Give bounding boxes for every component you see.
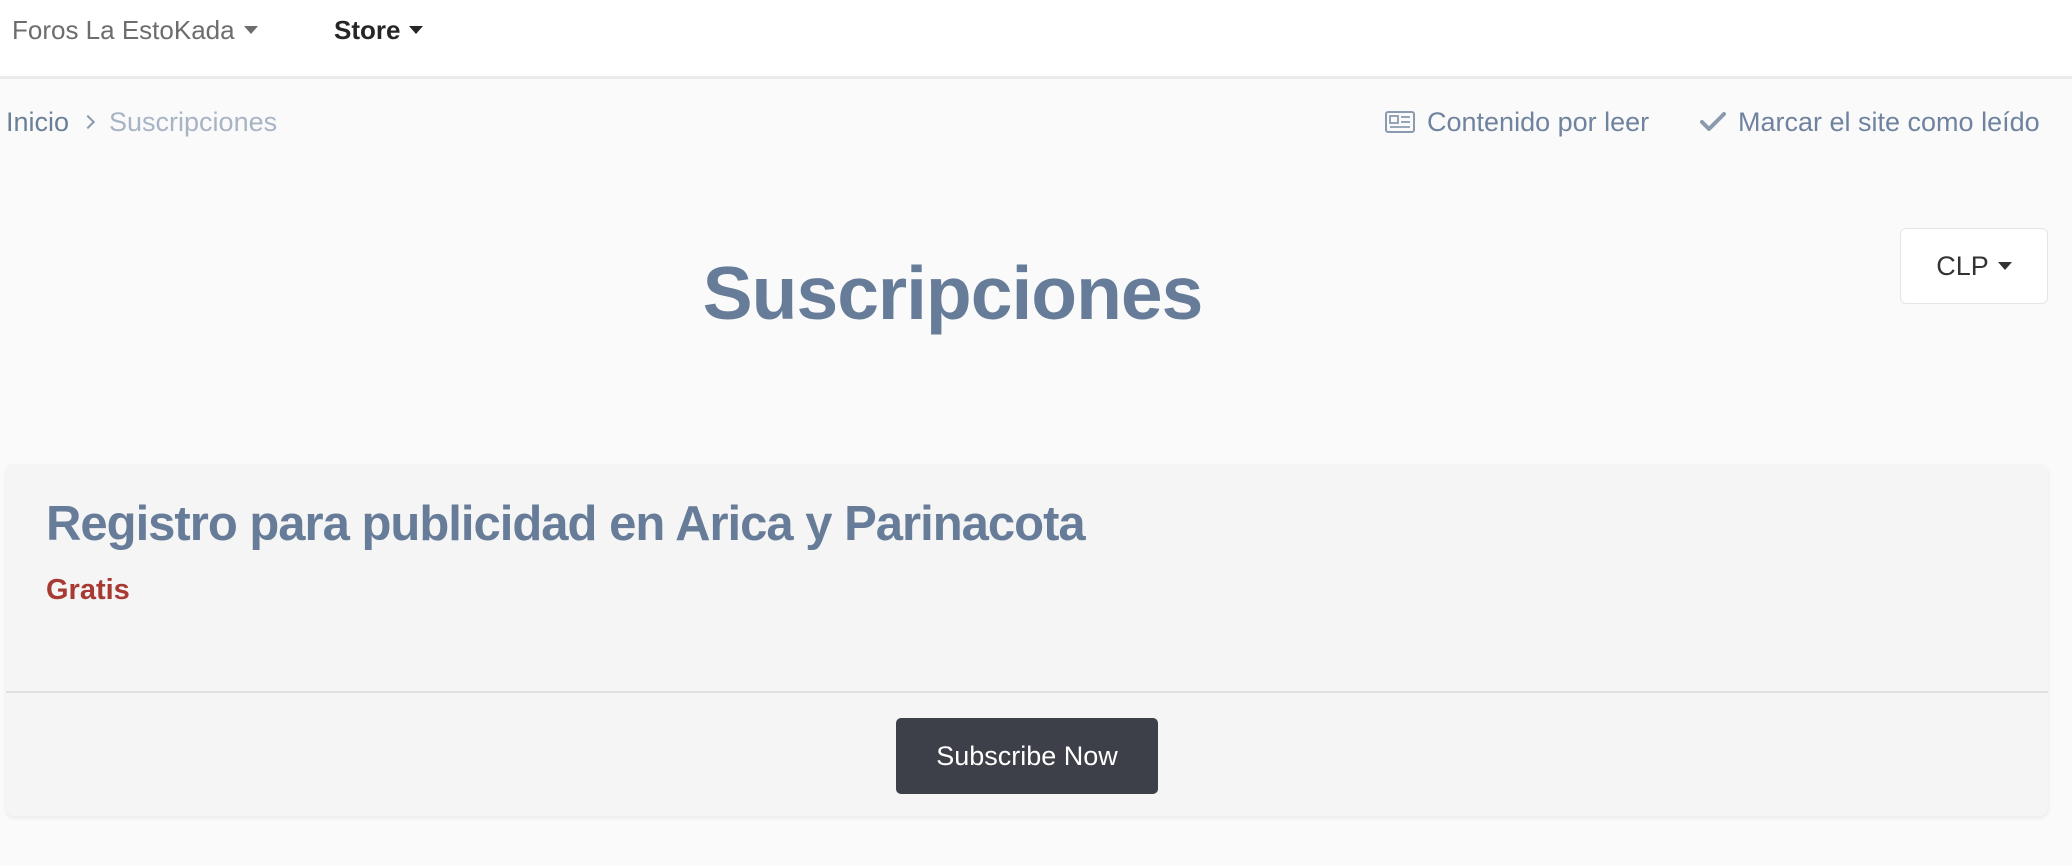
chevron-right-icon xyxy=(80,114,96,130)
mark-site-read-label: Marcar el site como leído xyxy=(1738,106,2040,137)
newspaper-icon xyxy=(1385,111,1415,133)
caret-down-icon xyxy=(1997,262,2012,270)
nav-forums-menu[interactable]: Foros La EstoKada xyxy=(12,12,258,48)
unread-content-label: Contenido por leer xyxy=(1427,106,1650,137)
currency-label: CLP xyxy=(1936,250,1989,281)
subscription-title: Registro para publicidad en Arica y Pari… xyxy=(46,497,1086,551)
top-navigation: Foros La EstoKada Store xyxy=(0,0,2072,79)
subscription-price: Gratis xyxy=(46,574,130,606)
subscribe-now-button[interactable]: Subscribe Now xyxy=(896,718,1158,794)
caret-down-icon xyxy=(243,26,258,34)
card-divider xyxy=(6,691,2048,693)
subscription-card: Registro para publicidad en Arica y Pari… xyxy=(6,464,2048,816)
breadcrumb: Inicio Suscripciones xyxy=(6,104,277,140)
nav-forums-label: Foros La EstoKada xyxy=(12,14,235,45)
breadcrumb-home-link[interactable]: Inicio xyxy=(6,107,69,138)
check-icon xyxy=(1700,111,1726,133)
nav-store-menu[interactable]: Store xyxy=(334,12,424,48)
breadcrumb-current: Suscripciones xyxy=(109,106,278,137)
page-title: Suscripciones xyxy=(702,251,1204,335)
nav-store-label: Store xyxy=(334,14,401,45)
caret-down-icon xyxy=(409,26,424,34)
mark-site-read-link[interactable]: Marcar el site como leído xyxy=(1700,104,2040,140)
currency-selector[interactable]: CLP xyxy=(1900,228,2048,304)
unread-content-link[interactable]: Contenido por leer xyxy=(1385,104,1649,140)
